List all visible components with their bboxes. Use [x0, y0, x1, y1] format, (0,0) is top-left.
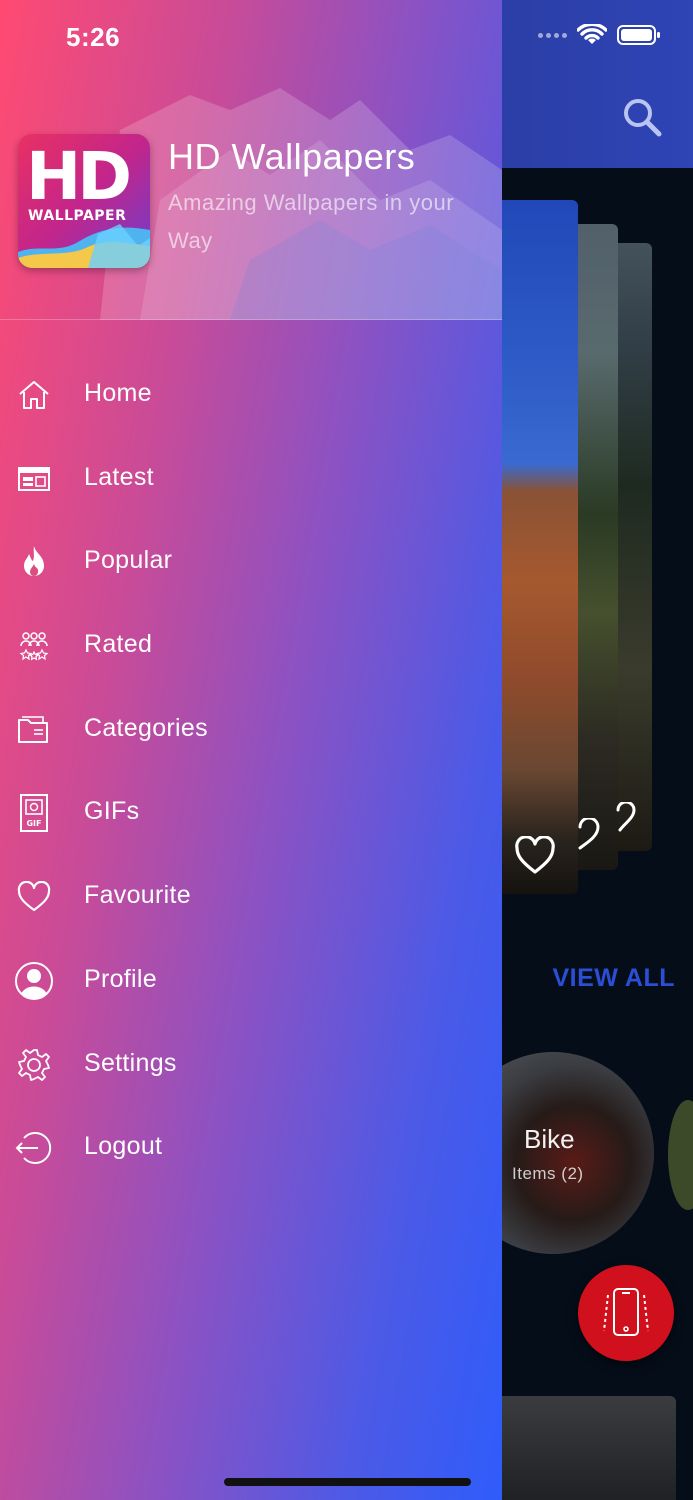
wifi-icon	[577, 24, 607, 44]
menu-label: Home	[84, 379, 152, 407]
menu-label: Profile	[84, 964, 157, 993]
heart-icon	[14, 877, 54, 917]
fire-icon	[14, 542, 54, 582]
menu-label: Popular	[84, 546, 173, 575]
navigation-drawer: 5:26 HD WALLPAPER HD Wallpapers Amazing …	[0, 0, 502, 1500]
menu-label: Settings	[84, 1048, 177, 1077]
status-indicators	[538, 24, 661, 46]
menu-item-logout[interactable]: Logout	[0, 1106, 502, 1190]
menu-item-favourite[interactable]: Favourite	[0, 855, 502, 939]
menu-item-rated[interactable]: Rated	[0, 604, 502, 688]
folder-icon	[14, 710, 54, 750]
home-indicator[interactable]	[224, 1478, 471, 1486]
menu-item-home[interactable]: Home	[0, 353, 502, 437]
app-tagline: Amazing Wallpapers in your Way	[168, 190, 455, 253]
favourite-heart-icon[interactable]	[514, 836, 556, 876]
gear-icon	[14, 1045, 54, 1085]
menu-item-popular[interactable]: Popular	[0, 520, 502, 604]
header-divider	[0, 319, 502, 320]
logo-text: HD	[26, 138, 132, 215]
wallpaper-thumbnail[interactable]	[472, 1396, 676, 1500]
menu-item-settings[interactable]: Settings	[0, 1023, 502, 1107]
home-icon	[14, 375, 54, 415]
signal-icon	[538, 32, 567, 38]
user-icon	[14, 961, 54, 1001]
heart-icon[interactable]	[576, 818, 602, 854]
heart-icon[interactable]	[614, 802, 638, 836]
drawer-menu: Home Latest Popular Rated Categories GIF…	[0, 353, 502, 1190]
view-all-link[interactable]: VIEW ALL	[552, 964, 675, 993]
menu-item-profile[interactable]: Profile	[0, 939, 502, 1023]
menu-item-latest[interactable]: Latest	[0, 437, 502, 521]
logo-subtext: WALLPAPER	[28, 208, 127, 224]
logout-icon	[14, 1128, 54, 1168]
app-logo: HD WALLPAPER	[18, 134, 150, 268]
svg-text:GIF: GIF	[26, 819, 41, 828]
search-icon[interactable]	[621, 96, 663, 138]
device-wallpaper-button[interactable]	[578, 1265, 674, 1361]
category-thumbnail[interactable]	[668, 1100, 693, 1210]
rated-users-icon	[14, 626, 54, 666]
phone-icon	[603, 1288, 649, 1336]
menu-label: Rated	[84, 630, 153, 659]
menu-label: Logout	[84, 1132, 163, 1161]
menu-label: GIFs	[84, 797, 140, 826]
category-count: Items (2)	[512, 1164, 584, 1183]
battery-icon	[617, 25, 660, 45]
gif-icon: GIF	[14, 793, 54, 833]
status-time: 5:26	[66, 22, 121, 52]
menu-label: Favourite	[84, 881, 191, 910]
menu-item-categories[interactable]: Categories	[0, 688, 502, 772]
menu-item-gifs[interactable]: GIF GIFs	[0, 771, 502, 855]
app-name: HD Wallpapers	[168, 136, 416, 177]
menu-label: Latest	[84, 462, 154, 491]
calendar-icon	[14, 459, 54, 499]
category-title: Bike	[524, 1124, 575, 1154]
menu-label: Categories	[84, 713, 208, 742]
